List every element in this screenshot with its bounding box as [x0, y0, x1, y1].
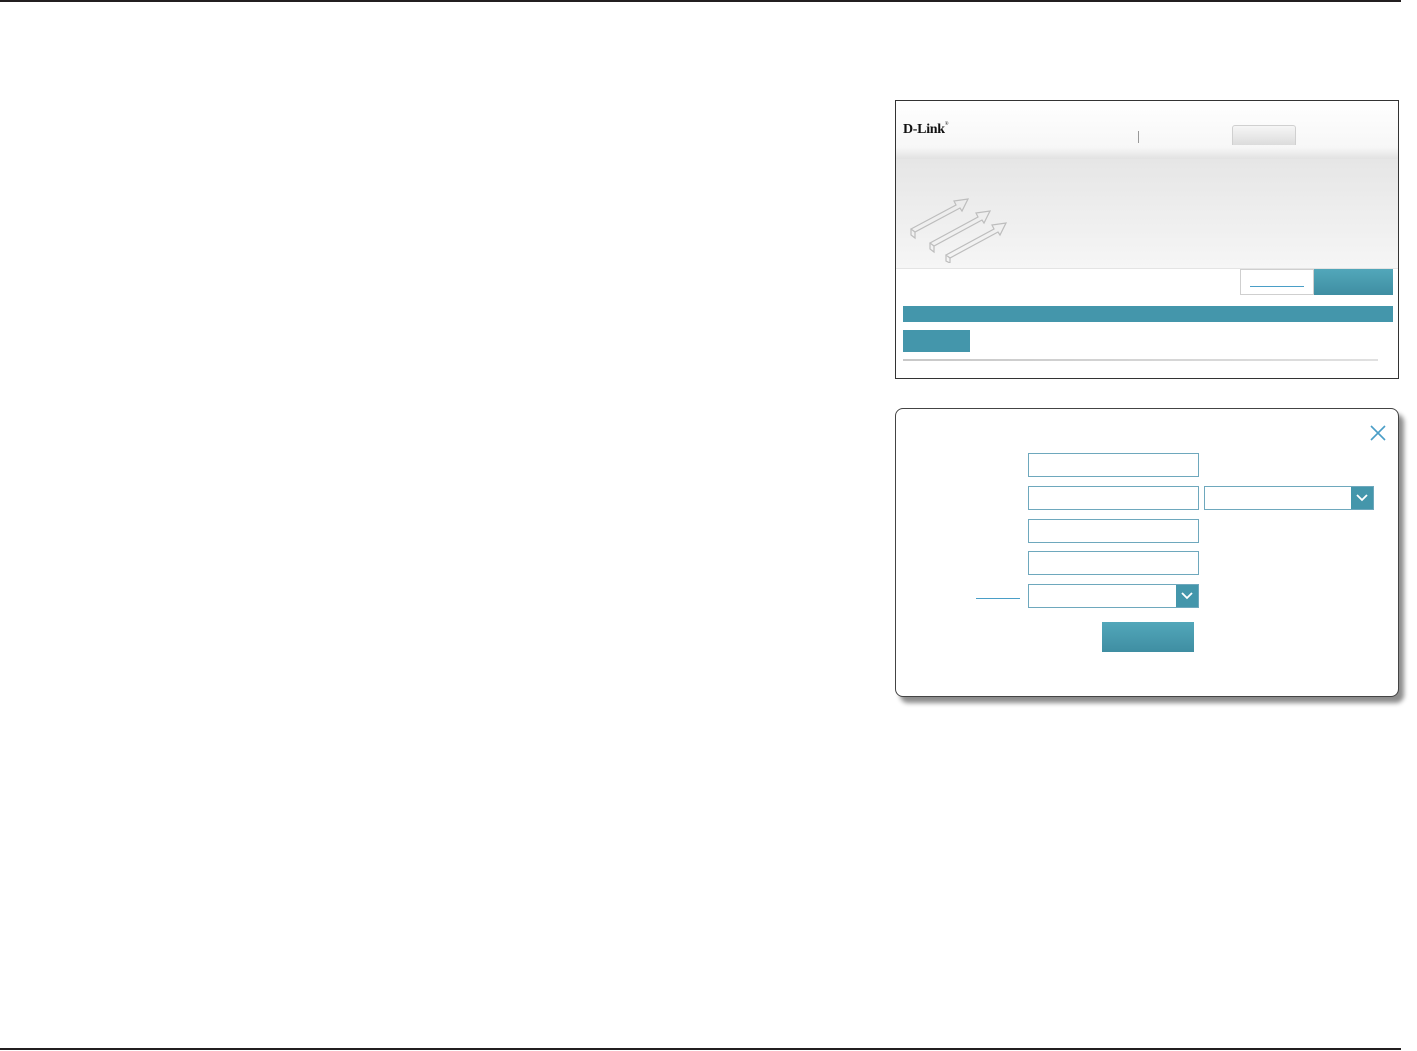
- page-top-rule: [0, 0, 1401, 2]
- add-button[interactable]: [903, 330, 970, 352]
- page-bottom-rule: [0, 1048, 1401, 1050]
- hero-banner: [896, 159, 1398, 269]
- router-ui-screenshot: D-Link®: [895, 100, 1399, 379]
- chevron-down-icon: [1351, 487, 1373, 509]
- dlink-logo: D-Link®: [903, 122, 949, 138]
- dropdown-2[interactable]: [1028, 584, 1199, 608]
- link-underline: [1250, 286, 1304, 287]
- save-button[interactable]: [1102, 622, 1194, 652]
- section-header-bar: [903, 306, 1393, 322]
- nav-tab-active[interactable]: [1232, 125, 1296, 145]
- logo-text: D-Link: [903, 122, 945, 137]
- action-strip: [896, 268, 1398, 297]
- dropdown-1[interactable]: [1204, 486, 1374, 510]
- input-field-4[interactable]: [1028, 551, 1199, 575]
- input-field-1[interactable]: [1028, 453, 1199, 477]
- nav-divider: [1138, 131, 1139, 143]
- stacked-arrows-icon: [909, 198, 1008, 263]
- header-action-button[interactable]: [1314, 269, 1393, 295]
- header-bar: D-Link®: [896, 101, 1398, 160]
- dialog-link-underline[interactable]: [976, 598, 1020, 599]
- list-divider: [903, 359, 1378, 361]
- logo-trademark: ®: [944, 122, 949, 127]
- close-icon[interactable]: [1368, 423, 1388, 443]
- link-box[interactable]: [1240, 269, 1314, 295]
- chevron-down-icon: [1176, 585, 1198, 607]
- input-field-3[interactable]: [1028, 519, 1199, 543]
- edit-dialog: [895, 408, 1399, 697]
- input-field-2[interactable]: [1028, 486, 1199, 510]
